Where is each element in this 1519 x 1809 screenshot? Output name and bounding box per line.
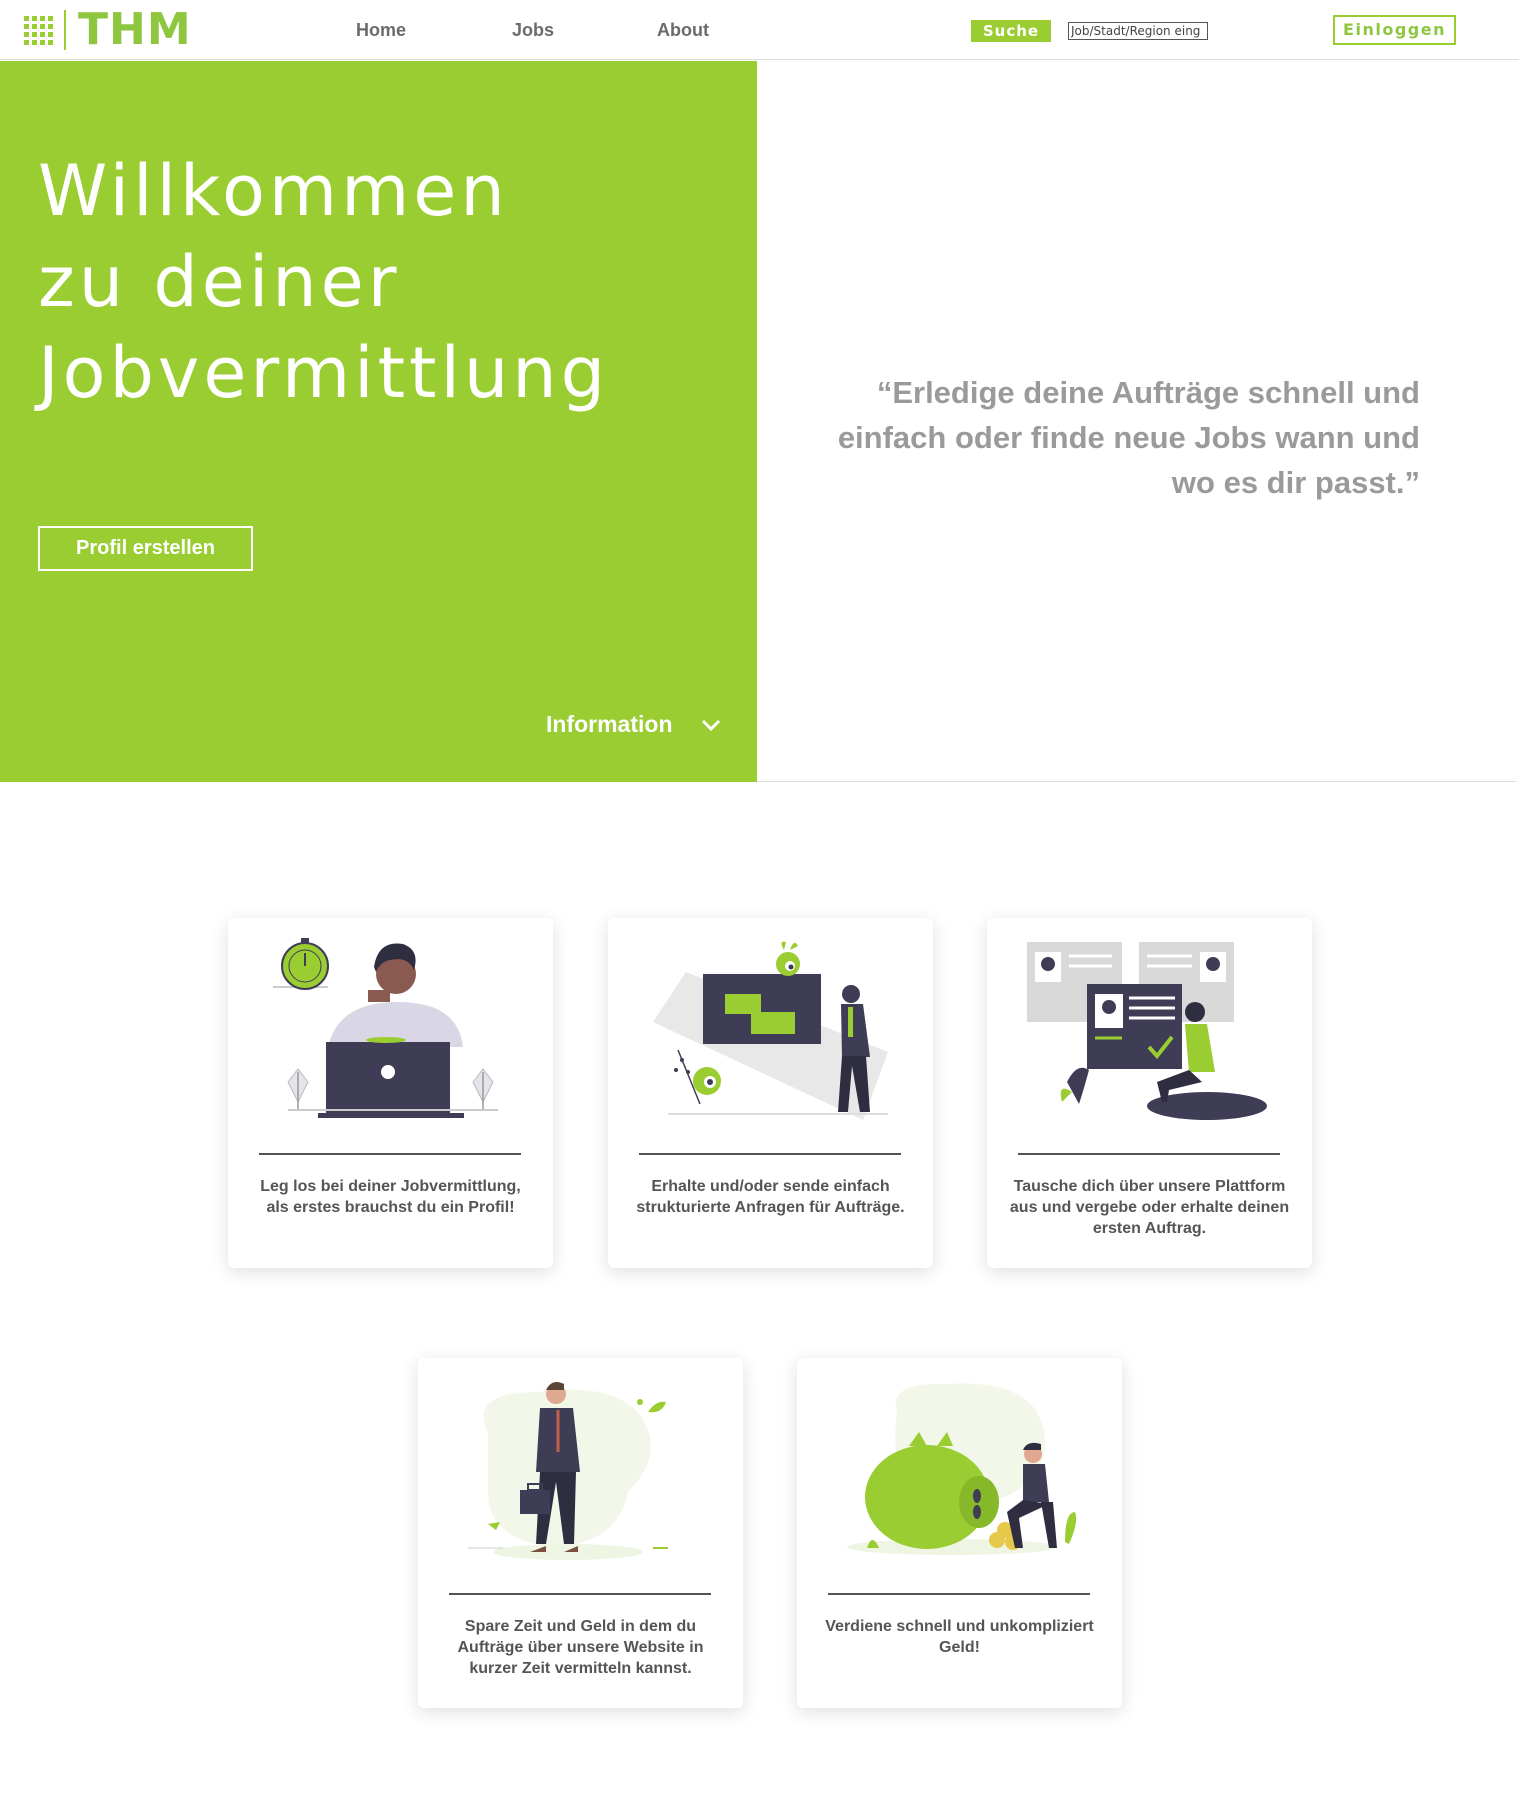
feature-card-save-time: Spare Zeit und Geld in dem du Aufträge ü…	[418, 1358, 743, 1708]
feature-card-profile: Leg los bei deiner Jobvermittlung, als e…	[228, 918, 553, 1268]
hero-quote: “Erledige deine Aufträge schnell und ein…	[837, 375, 1420, 500]
piggy-bank-illustration	[847, 1383, 1077, 1555]
search-button[interactable]: Suche	[971, 20, 1051, 42]
card-divider	[259, 1153, 521, 1155]
card-text: Tausche dich über unsere Plattform aus u…	[1009, 1178, 1290, 1237]
nav-jobs[interactable]: Jobs	[512, 20, 554, 41]
card-text: Spare Zeit und Geld in dem du Aufträge ü…	[457, 1618, 704, 1677]
card-divider	[639, 1153, 901, 1155]
feature-card-requests: Erhalte und/oder sende einfach strukturi…	[608, 918, 933, 1268]
create-profile-button[interactable]: Profil erstellen	[38, 526, 253, 571]
card-divider	[1018, 1153, 1280, 1155]
person-laptop-illustration	[273, 938, 498, 1118]
profiles-exchange-illustration	[1027, 942, 1267, 1120]
nav-about[interactable]: About	[657, 20, 709, 41]
information-link[interactable]: Information	[546, 711, 721, 738]
information-label: Information	[546, 711, 673, 737]
chevron-down-icon	[701, 719, 720, 731]
hero-title: Willkommen zu deiner Jobvermittlung	[38, 150, 610, 414]
card-divider	[828, 1593, 1090, 1595]
feature-card-platform: Tausche dich über unsere Plattform aus u…	[987, 918, 1312, 1268]
site-header: THM Home Jobs About Suche Einloggen	[0, 0, 1519, 60]
chat-board-illustration	[653, 941, 888, 1120]
businessman-illustration	[468, 1382, 668, 1560]
feature-card-earn-money: Verdiene schnell und unkompliziert Geld!	[797, 1358, 1122, 1708]
card-text: Verdiene schnell und unkompliziert Geld!	[825, 1618, 1094, 1656]
card-divider	[449, 1593, 711, 1595]
hero-divider	[757, 781, 1516, 782]
search-input[interactable]	[1068, 22, 1208, 40]
hero-panel: Willkommen zu deiner Jobvermittlung Prof…	[0, 61, 757, 782]
nav-home[interactable]: Home	[356, 20, 406, 41]
main-nav: Home Jobs About	[0, 20, 1519, 42]
login-button[interactable]: Einloggen	[1333, 15, 1456, 45]
card-text: Leg los bei deiner Jobvermittlung, als e…	[260, 1178, 521, 1216]
card-text: Erhalte und/oder sende einfach strukturi…	[636, 1178, 905, 1216]
